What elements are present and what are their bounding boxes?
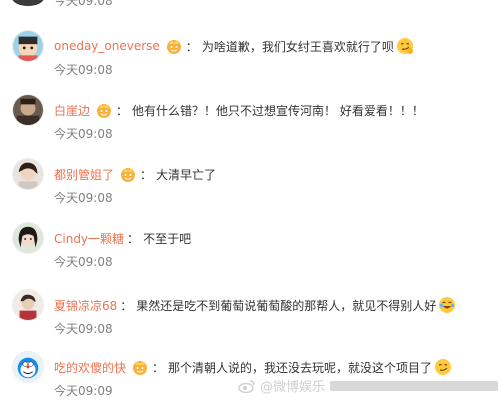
vip-crown-icon: [119, 165, 137, 183]
comment-time: 今天09:08: [54, 255, 113, 269]
separator: ：: [185, 39, 198, 54]
avatar[interactable]: [12, 351, 44, 383]
watermark-text: @微博娱乐: [260, 380, 326, 395]
blurred-overlay: [330, 381, 498, 391]
comment-item: 夏锦凉凉68 ： 果然还是吃不到葡萄说葡萄酸的那帮人，就见不得别人好 今天09:…: [0, 289, 501, 353]
comment-text: 他有什么错？！他只不过想宣传河南！ 好看爱看！！！: [132, 103, 424, 118]
username-link[interactable]: 都别管姐了: [54, 166, 114, 183]
comment-time: 今天09:09: [54, 384, 113, 398]
smirk-emoji-icon: [434, 358, 452, 376]
comment-item: 都别管姐了 ： 大清早亡了 今天09:08: [0, 158, 501, 222]
smirk-emoji-icon: [396, 37, 414, 55]
weibo-logo-icon: [238, 379, 255, 393]
laugh-cry-emoji-icon: [438, 296, 456, 314]
username-link[interactable]: 白崖边: [54, 102, 90, 119]
separator: ：: [140, 167, 153, 182]
comment-time: 今天09:08: [54, 0, 113, 8]
avatar[interactable]: [12, 0, 44, 6]
avatar[interactable]: [12, 30, 44, 62]
vip-crown-icon: [131, 358, 149, 376]
username-link[interactable]: 夏锦凉凉68: [54, 297, 117, 314]
username-link[interactable]: oneday_oneverse: [54, 39, 160, 53]
watermark: @微博娱乐: [238, 376, 325, 395]
comment-text: 不至于吧: [143, 231, 192, 246]
avatar[interactable]: [12, 289, 44, 321]
separator: ：: [152, 360, 165, 375]
vip-crown-icon: [95, 101, 113, 119]
comment-time: 今天09:08: [54, 191, 113, 205]
comment-item: oneday_oneverse ： 为啥道歉，我们女纣王喜欢就行了呗 今天09:…: [0, 30, 501, 94]
avatar[interactable]: [12, 222, 44, 254]
comment-text: 为啥道歉，我们女纣王喜欢就行了呗: [201, 39, 394, 54]
comment-item: 白崖边 ： 他有什么错？！他只不过想宣传河南！ 好看爱看！！！ 今天09:08: [0, 94, 501, 158]
separator: ：: [116, 103, 129, 118]
comment-text: 大清早亡了: [156, 167, 217, 182]
comment-time: 今天09:08: [54, 63, 113, 77]
separator: ：: [120, 298, 133, 313]
username-link[interactable]: 吃的欢傻的快: [54, 359, 126, 376]
username-link[interactable]: Cindy一颗糖: [54, 230, 124, 247]
comment-text: 果然还是吃不到葡萄说葡萄酸的那帮人，就见不得别人好: [136, 298, 437, 313]
comment-text: 那个清朝人说的，我还没去玩呢，就没这个项目了: [168, 360, 433, 375]
vip-crown-icon: [165, 37, 183, 55]
comment-time: 今天09:08: [54, 127, 113, 141]
separator: ：: [127, 231, 140, 246]
comment-time: 今天09:08: [54, 322, 113, 336]
avatar[interactable]: [12, 94, 44, 126]
comment-item: Cindy一颗糖 ： 不至于吧 今天09:08: [0, 222, 501, 286]
avatar[interactable]: [12, 158, 44, 190]
